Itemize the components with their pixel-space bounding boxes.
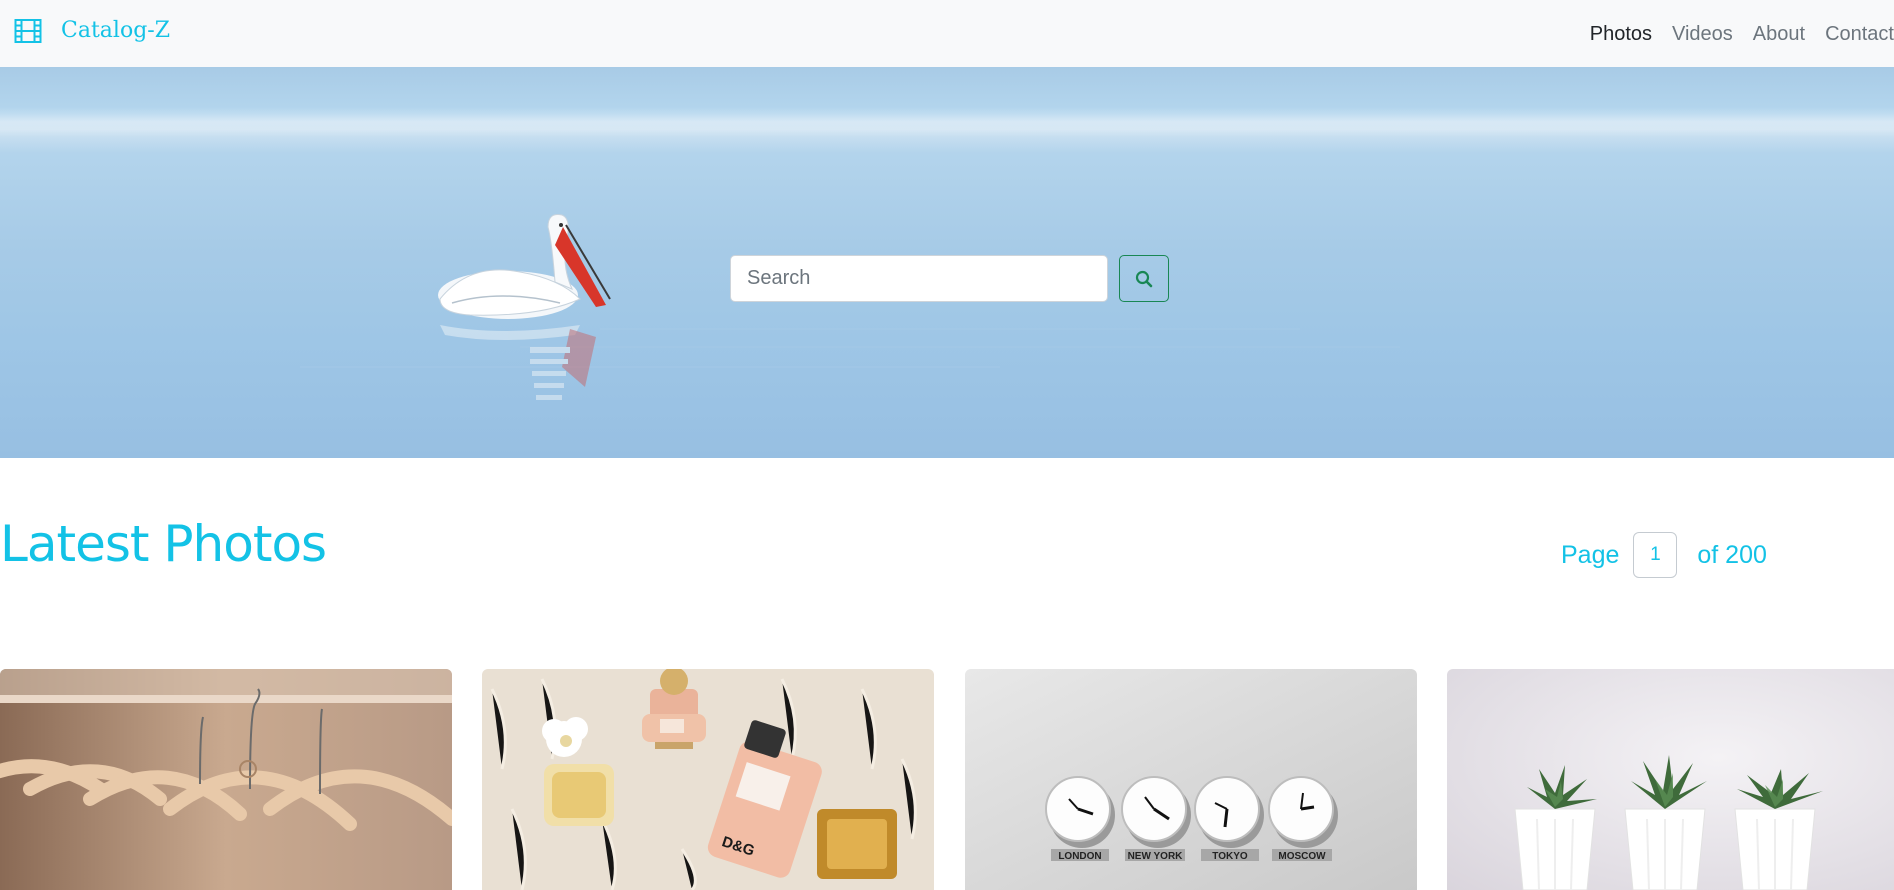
- page-number-input[interactable]: [1633, 532, 1678, 578]
- clock-label-moscow: MOSCOW: [1278, 851, 1326, 862]
- nav-contact[interactable]: Contact: [1825, 22, 1894, 46]
- photo-card-hangers[interactable]: [0, 669, 452, 890]
- world-clocks-image: LONDON NEW YORK TOKYO MOSCOW: [965, 669, 1417, 890]
- clock-label-london: LONDON: [1058, 851, 1101, 862]
- clock-label-tokyo: TOKYO: [1212, 851, 1248, 862]
- section-title: Latest Photos: [0, 515, 327, 573]
- nav-about[interactable]: About: [1753, 22, 1805, 46]
- nav-menu: Photos Videos About Contact: [1570, 0, 1894, 67]
- search-form: [730, 255, 1169, 302]
- photo-card-clocks[interactable]: LONDON NEW YORK TOKYO MOSCOW: [965, 669, 1417, 890]
- page-total: of 200: [1697, 541, 1767, 569]
- navbar: Catalog-Z Photos Videos About Contact: [0, 0, 1894, 67]
- search-button[interactable]: [1119, 255, 1169, 302]
- brand-link[interactable]: Catalog-Z: [14, 18, 170, 44]
- succulents-image: [1447, 669, 1894, 890]
- hero-banner: [0, 67, 1894, 458]
- search-icon: [1135, 270, 1153, 287]
- pagination: Page of 200: [1561, 532, 1767, 578]
- brand-name: Catalog-Z: [61, 18, 170, 43]
- photo-card-succulents[interactable]: [1447, 669, 1894, 890]
- perfumes-image: D&G: [482, 669, 934, 890]
- hangers-image: [0, 669, 452, 890]
- nav-videos[interactable]: Videos: [1672, 22, 1733, 46]
- photo-card-perfumes[interactable]: D&G: [482, 669, 934, 890]
- film-icon: [14, 19, 42, 43]
- photo-gallery: D&G LONDON NEW YORK TOKYO MOSCOW: [0, 669, 1894, 890]
- search-input[interactable]: [730, 255, 1108, 302]
- nav-photos[interactable]: Photos: [1590, 22, 1652, 46]
- clock-label-new-york: NEW YORK: [1128, 851, 1184, 862]
- page-label: Page: [1561, 541, 1620, 569]
